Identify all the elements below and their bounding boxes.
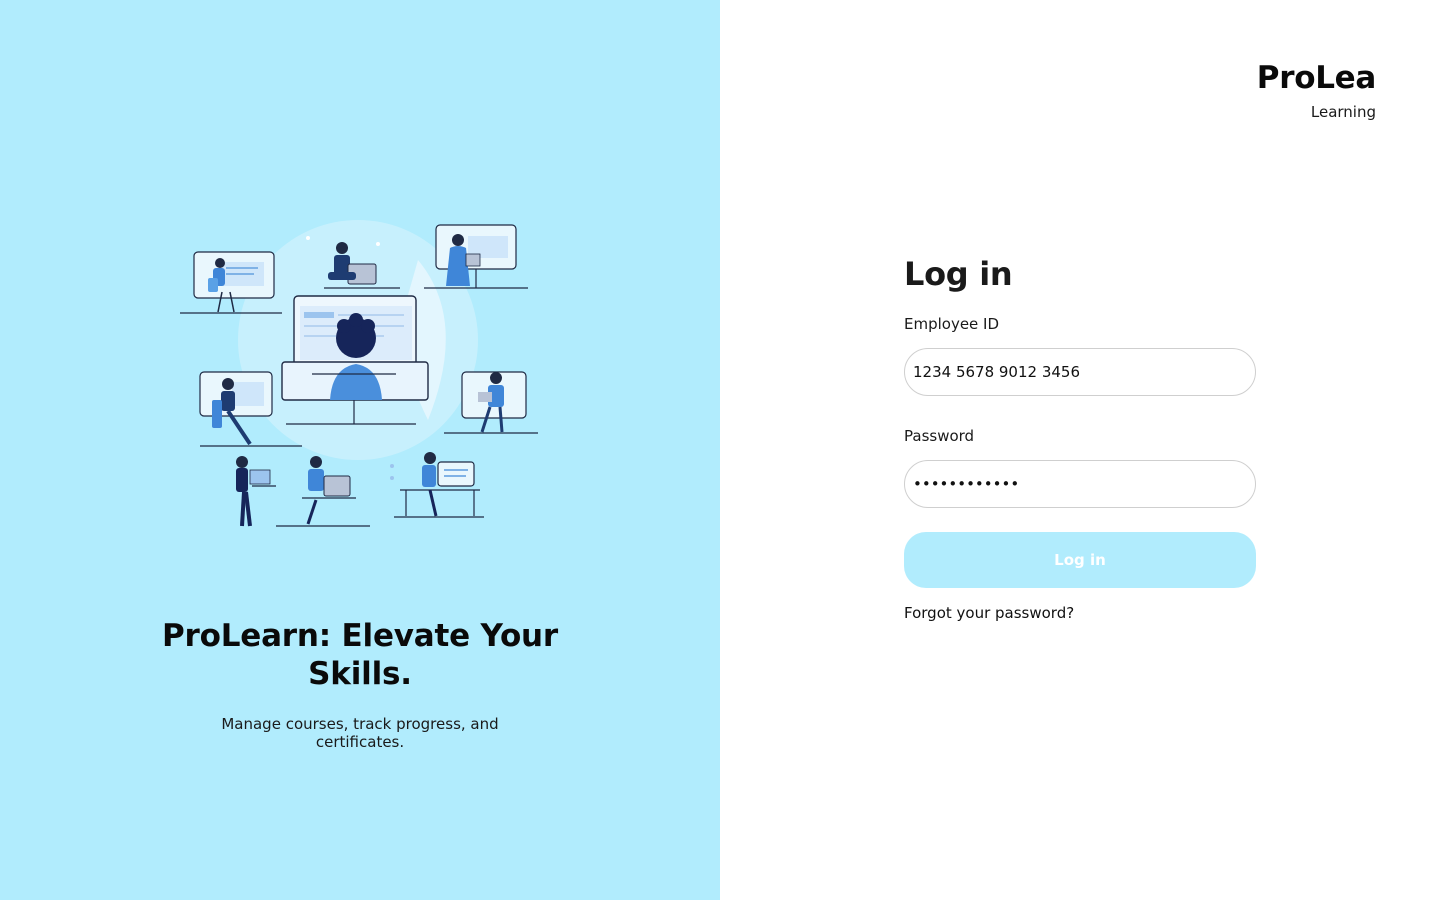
hero-title: ProLearn: Elevate Your Skills. xyxy=(162,618,558,692)
brand-name: ProLea xyxy=(1256,60,1377,96)
brand-logo: ProLea Learning xyxy=(1256,60,1377,122)
password-input[interactable] xyxy=(904,460,1256,508)
hero-subtitle: Manage courses, track progress, and cert… xyxy=(221,715,499,751)
login-panel: ProLea Learning Log in Employee ID Passw… xyxy=(720,0,1440,900)
password-label: Password xyxy=(904,427,975,445)
hero-panel: ProLearn: Elevate Your Skills. Manage co… xyxy=(0,0,720,900)
brand-tagline: Learning xyxy=(1310,103,1376,121)
login-title: Log in xyxy=(904,255,1013,293)
login-button[interactable]: Log in xyxy=(904,532,1256,588)
employee-id-label: Employee ID xyxy=(904,315,1000,333)
remote-work-illustration xyxy=(178,200,542,532)
forgot-password-link[interactable]: Forgot your password? xyxy=(904,603,1074,623)
login-form: Log in Employee ID Password Log in Forgo… xyxy=(904,250,1256,623)
employee-id-input[interactable] xyxy=(904,348,1256,396)
